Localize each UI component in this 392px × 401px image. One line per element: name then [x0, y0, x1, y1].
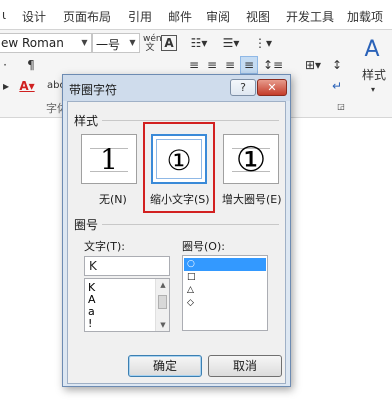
list-item[interactable]: a	[88, 306, 95, 317]
styles-button[interactable]: A 样式 ▾	[356, 36, 390, 104]
list-item[interactable]: K	[88, 282, 95, 293]
phonetic-guide-icon[interactable]: wén 文	[143, 35, 162, 53]
shading-icon[interactable]: ⊞▾	[300, 57, 326, 73]
styles-icon: A	[364, 37, 380, 62]
clear-format-icon[interactable]: ¶	[24, 57, 38, 73]
line-spacing-icon[interactable]: ↕≡	[262, 57, 284, 73]
justify-icon[interactable]: ≡	[240, 56, 258, 74]
text-list-scrollbar[interactable]: ▲ ▼	[155, 279, 169, 331]
dialog-body: 样式 1 ① ① 无(N) 缩小文字(S) 增大圈号(E) 圈号 文字(T): …	[67, 101, 286, 384]
list-item[interactable]: !	[88, 318, 92, 329]
enclosure-item-square[interactable]: □	[184, 271, 266, 284]
cancel-button[interactable]: 取消	[208, 355, 282, 377]
font-size-dropdown-icon[interactable]: ▼	[126, 33, 140, 53]
enclosure-item-circle[interactable]: ○	[184, 258, 266, 271]
font-name-combo[interactable]: ew Roman	[0, 33, 90, 53]
tab-partial-arrow: ι	[2, 8, 7, 22]
enclosure-group-divider	[74, 224, 279, 225]
styles-label: 样式	[362, 68, 387, 82]
style-option-enlarge-symbol[interactable]: ①	[223, 134, 279, 184]
paragraph-mark-icon[interactable]: ↵	[330, 78, 344, 94]
font-color-icon[interactable]: A▾	[16, 78, 38, 94]
tab-addins[interactable]: 加载项	[347, 8, 383, 25]
font-size-combo[interactable]: 一号	[92, 33, 128, 53]
style-enlarge-glyph: ①	[235, 140, 267, 180]
style-group-divider	[74, 120, 279, 121]
tab-view[interactable]: 视图	[246, 8, 270, 25]
styles-dropdown-icon: ▾	[370, 85, 375, 94]
text-field-label: 文字(T):	[84, 240, 126, 253]
enclosure-item-triangle[interactable]: △	[184, 284, 266, 297]
font-name-dropdown-icon[interactable]: ▼	[78, 33, 92, 53]
list-item[interactable]: A	[88, 294, 96, 305]
selection-highlight-box	[143, 122, 215, 213]
tab-review[interactable]: 审阅	[206, 8, 230, 25]
enclosure-group-label: 圈号	[74, 216, 103, 233]
tab-developer[interactable]: 开发工具	[286, 8, 334, 25]
style-option-none[interactable]: 1	[81, 134, 137, 184]
numbering-icon[interactable]: ☰▾	[218, 35, 244, 51]
scrollbar-thumb[interactable]	[158, 295, 167, 309]
tab-references[interactable]: 引用	[128, 8, 152, 25]
tab-design[interactable]: 设计	[22, 8, 46, 25]
dialog-titlebar[interactable]: 带圈字符 ? ✕	[63, 75, 290, 101]
enclosure-field-label: 圈号(O):	[182, 240, 225, 253]
enclosure-item-diamond[interactable]: ◇	[184, 297, 266, 310]
tab-mailings[interactable]: 邮件	[168, 8, 192, 25]
enclose-characters-dialog: 带圈字符 ? ✕ 样式 1 ① ① 无(N) 缩小文字(S) 增大圈号(E) 圈…	[62, 74, 291, 387]
text-effect-icon[interactable]: ▸	[0, 78, 12, 94]
style-caption-enlarge: 增大圈号(E)	[222, 193, 282, 206]
font-size-shrink-icon[interactable]: ·	[0, 57, 10, 73]
multilevel-list-icon[interactable]: ⋮▾	[250, 35, 276, 51]
align-left-icon[interactable]: ≡	[186, 57, 202, 73]
close-button[interactable]: ✕	[257, 79, 287, 96]
enclosure-list[interactable]: ○ □ △ ◇	[182, 255, 268, 331]
ribbon-tab-bar: ι 设计 页面布局 引用 邮件 审阅 视图 开发工具 加载项	[0, 0, 392, 30]
char-border-icon[interactable]: A	[161, 35, 177, 51]
style-caption-none: 无(N)	[99, 193, 127, 206]
bullets-icon[interactable]: ☷▾	[186, 35, 212, 51]
help-button[interactable]: ?	[230, 79, 256, 96]
text-list[interactable]: K A a ! ▲ ▼	[84, 278, 170, 332]
sort-icon[interactable]: ↕	[330, 57, 344, 73]
align-right-icon[interactable]: ≡	[222, 57, 238, 73]
paragraph-launcher-icon[interactable]: ◲	[336, 99, 346, 115]
style-none-glyph: 1	[100, 143, 118, 176]
dialog-title: 带圈字符	[69, 83, 118, 97]
style-group-label: 样式	[74, 112, 103, 129]
text-input[interactable]: K	[84, 256, 170, 276]
ok-button[interactable]: 确定	[128, 355, 202, 377]
tab-page-layout[interactable]: 页面布局	[63, 8, 111, 25]
scroll-down-icon[interactable]: ▼	[156, 319, 170, 331]
align-center-icon[interactable]: ≡	[204, 57, 220, 73]
scroll-up-icon[interactable]: ▲	[156, 279, 170, 291]
